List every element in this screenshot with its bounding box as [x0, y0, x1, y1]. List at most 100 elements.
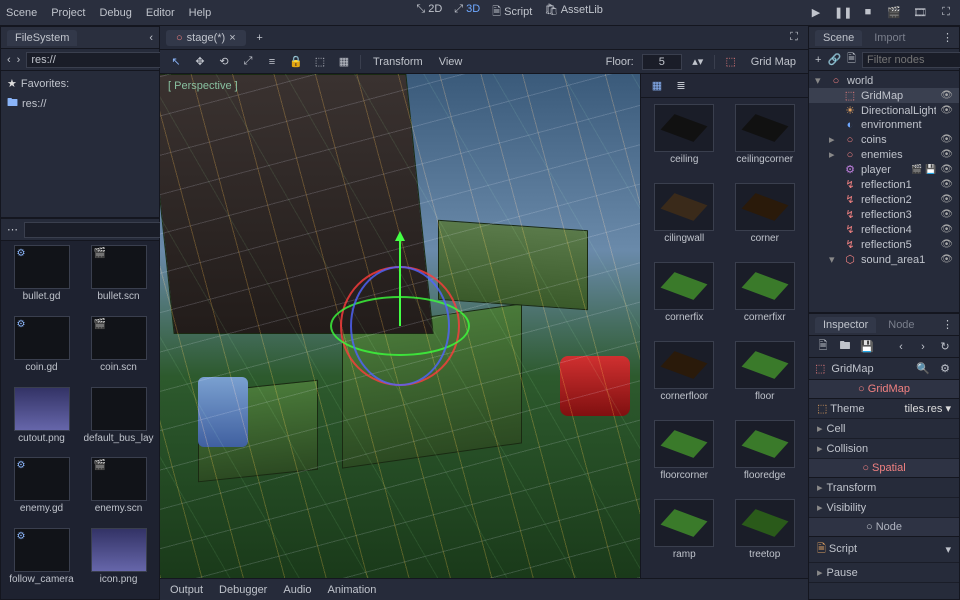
floor-stepper-icon[interactable]: ▴▾ — [690, 55, 706, 68]
menu-editor[interactable]: Editor — [146, 7, 175, 19]
mesh-item[interactable]: ceiling — [647, 104, 722, 177]
tree-node[interactable]: ▾⬡sound_area1👁 — [809, 252, 959, 267]
visibility-icon[interactable]: 👁 — [940, 254, 953, 265]
mesh-item[interactable]: ramp — [647, 499, 722, 572]
scene-dock-tab[interactable]: Scene — [815, 30, 862, 46]
new-resource-icon[interactable]: 🗎 — [815, 337, 831, 356]
rotate-tool-icon[interactable]: ⟲ — [216, 55, 232, 68]
workspace-3d[interactable]: ⤢ 3D — [454, 3, 480, 22]
dock-menu-icon[interactable]: ⋮ — [942, 318, 953, 331]
scale-tool-icon[interactable]: ⤢ — [240, 55, 256, 68]
history-icon[interactable]: ↻ — [937, 340, 953, 353]
visibility-icon[interactable]: 👁 — [940, 134, 953, 145]
mesh-item[interactable]: cilingwall — [647, 183, 722, 256]
tree-node[interactable]: ▾○world — [809, 73, 959, 88]
workspace-2d[interactable]: ⤡ 2D — [416, 3, 442, 22]
mesh-item[interactable]: cornerfix — [647, 262, 722, 335]
file-thumb[interactable]: default_bus_layout.tres — [82, 387, 155, 454]
tree-node[interactable]: ▸○coins👁 — [809, 132, 959, 147]
palette-grid-icon[interactable]: ▦ — [649, 79, 665, 92]
path-input[interactable] — [26, 52, 178, 68]
play-custom-icon[interactable]: 🎞 — [912, 6, 928, 19]
tree-node[interactable]: ↯reflection2👁 — [809, 192, 959, 207]
visibility-icon[interactable]: 👁 — [940, 105, 953, 116]
mesh-item[interactable]: floorcorner — [647, 420, 722, 493]
tree-node[interactable]: ↯reflection1👁 — [809, 177, 959, 192]
palette-list-icon[interactable]: ≣ — [673, 79, 689, 92]
mesh-item[interactable]: treetop — [728, 499, 803, 572]
property-group-pause[interactable]: ▸Pause — [809, 563, 959, 583]
property-group-cell[interactable]: ▸Cell — [809, 419, 959, 439]
property-group-collision[interactable]: ▸Collision — [809, 439, 959, 459]
collapse-icon[interactable]: ‹ — [149, 32, 153, 44]
tree-node[interactable]: ⚙player🎬 💾 👁 — [809, 162, 959, 177]
add-tab-icon[interactable]: + — [252, 32, 268, 44]
perspective-label[interactable]: [ Perspective ] — [168, 80, 238, 92]
tree-node[interactable]: ☀DirectionalLight👁 — [809, 103, 959, 118]
add-node-icon[interactable]: + — [815, 54, 821, 66]
tree-node[interactable]: ◐environment — [809, 118, 959, 132]
stop-icon[interactable]: ■ — [860, 6, 876, 19]
bottom-tab-output[interactable]: Output — [170, 584, 203, 596]
visibility-icon[interactable]: 👁 — [940, 164, 953, 175]
visibility-icon[interactable]: 👁 — [940, 239, 953, 250]
root-folder-row[interactable]: 🖿 res:// — [7, 92, 153, 115]
expand-icon[interactable]: ⛶ — [786, 31, 802, 44]
history-back-icon[interactable]: ‹ — [893, 341, 909, 353]
link-node-icon[interactable]: 🔗 — [827, 53, 841, 66]
transform-menu[interactable]: Transform — [369, 56, 427, 68]
visibility-icon[interactable]: 👁 — [940, 179, 953, 190]
play-icon[interactable]: ▶ — [808, 6, 824, 19]
nav-fwd-icon[interactable]: › — [17, 54, 21, 66]
mesh-item[interactable]: ceilingcorner — [728, 104, 803, 177]
view-menu[interactable]: View — [435, 56, 467, 68]
tree-node[interactable]: ⬚GridMap👁 — [809, 88, 959, 103]
lock-tool-icon[interactable]: 🔒 — [288, 55, 304, 68]
visibility-icon[interactable]: 👁 — [940, 90, 953, 101]
scene-tab[interactable]: ○ stage(*) × — [166, 30, 246, 46]
workspace-assetlib[interactable]: 🛍 AssetLib — [544, 3, 603, 22]
property-script[interactable]: 🗎 Script ▾ — [809, 537, 959, 563]
pause-icon[interactable]: ❚❚ — [834, 6, 850, 19]
prev-folder-icon[interactable]: ⋯ — [7, 223, 18, 236]
nav-back-icon[interactable]: ‹ — [7, 54, 11, 66]
tree-node[interactable]: ▸○enemies👁 — [809, 147, 959, 162]
mesh-item[interactable]: cornerfixr — [728, 262, 803, 335]
list-tool-icon[interactable]: ≡ — [264, 56, 280, 68]
import-dock-tab[interactable]: Import — [866, 30, 913, 46]
gridmap-menu[interactable]: Grid Map — [747, 56, 800, 68]
property-theme[interactable]: ⬚ Themetiles.res ▾ — [809, 399, 959, 419]
tree-node[interactable]: ↯reflection3👁 — [809, 207, 959, 222]
group-tool-icon[interactable]: ⬚ — [312, 55, 328, 68]
mesh-item[interactable]: flooredge — [728, 420, 803, 493]
file-thumb[interactable]: icon.png — [82, 528, 155, 595]
node-tab[interactable]: Node — [880, 317, 922, 333]
file-thumb[interactable]: 🎬enemy.scn — [82, 457, 155, 524]
visibility-icon[interactable]: 👁 — [940, 149, 953, 160]
bottom-tab-debugger[interactable]: Debugger — [219, 584, 267, 596]
tree-node[interactable]: ↯reflection4👁 — [809, 222, 959, 237]
3d-viewport[interactable]: [ Perspective ] — [160, 74, 640, 578]
property-group-visibility[interactable]: ▸Visibility — [809, 498, 959, 518]
filter-nodes-input[interactable] — [862, 52, 960, 68]
file-thumb[interactable]: ⚙enemy.gd — [5, 457, 78, 524]
file-thumb[interactable]: ⚙bullet.gd — [5, 245, 78, 312]
save-resource-icon[interactable]: 💾 — [859, 340, 875, 353]
file-thumb[interactable]: ⚙coin.gd — [5, 316, 78, 383]
property-group-transform[interactable]: ▸Transform — [809, 478, 959, 498]
move-tool-icon[interactable]: ✥ — [192, 55, 208, 68]
snap-tool-icon[interactable]: ▦ — [336, 55, 352, 68]
file-thumb[interactable]: 🎬bullet.scn — [82, 245, 155, 312]
settings-icon[interactable]: ⚙ — [937, 362, 953, 375]
distraction-free-icon[interactable]: ⛶ — [938, 6, 954, 19]
mesh-item[interactable]: floor — [728, 341, 803, 414]
inspector-tab[interactable]: Inspector — [815, 317, 876, 333]
menu-project[interactable]: Project — [51, 7, 85, 19]
visibility-icon[interactable]: 👁 — [940, 194, 953, 205]
mesh-item[interactable]: corner — [728, 183, 803, 256]
dock-menu-icon[interactable]: ⋮ — [942, 31, 953, 44]
tree-node[interactable]: ↯reflection5👁 — [809, 237, 959, 252]
bottom-tab-animation[interactable]: Animation — [328, 584, 377, 596]
visibility-icon[interactable]: 👁 — [940, 209, 953, 220]
attach-script-icon[interactable]: 🗎 — [847, 50, 856, 69]
